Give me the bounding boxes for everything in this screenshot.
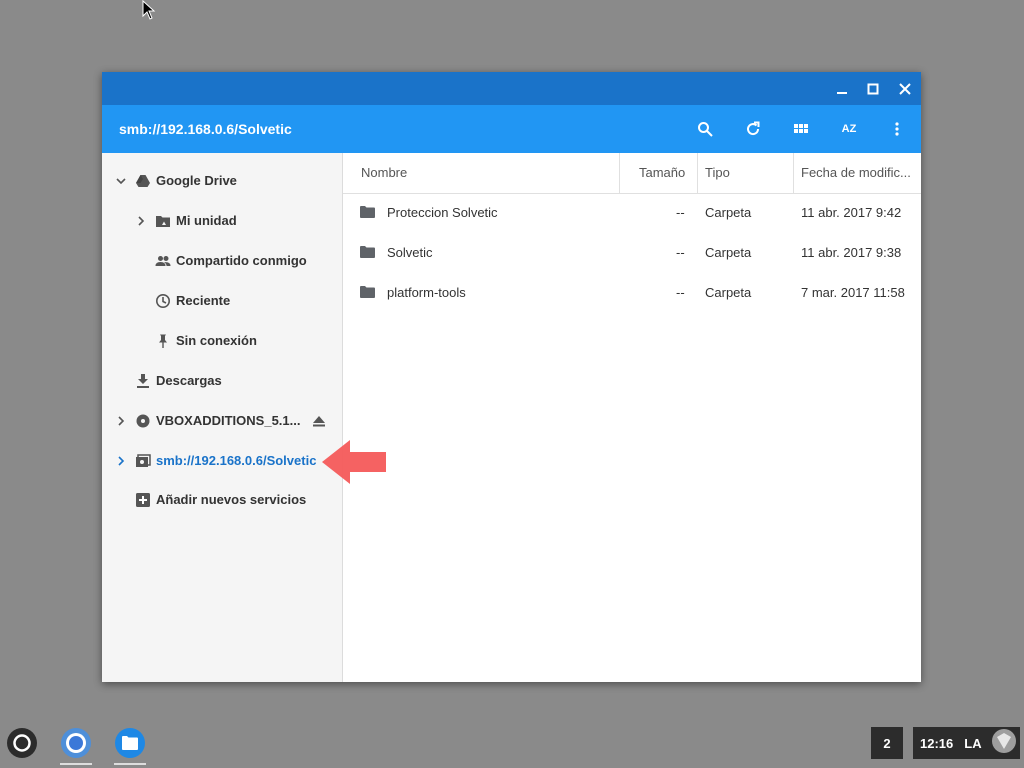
file-name: Proteccion Solvetic (387, 205, 498, 220)
table-row[interactable]: platform-tools -- Carpeta 7 mar. 2017 11… (343, 273, 921, 313)
shared-icon (155, 256, 171, 266)
sidebar-item-descargas[interactable]: Descargas (102, 361, 342, 401)
sidebar-item-label: Sin conexión (176, 333, 257, 348)
maximize-icon (867, 83, 879, 95)
column-header-size[interactable]: Tamaño (639, 153, 685, 193)
column-divider[interactable] (697, 153, 698, 193)
running-indicator (60, 763, 92, 765)
more-icon (895, 122, 899, 136)
workspace-indicator[interactable]: 2 (871, 727, 903, 759)
sidebar-item-label: VBOXADDITIONS_5.1... (156, 413, 301, 428)
launcher-button[interactable] (6, 727, 38, 759)
column-divider[interactable] (619, 153, 620, 193)
sidebar-item-compartido-conmigo[interactable]: Compartido conmigo (102, 241, 342, 281)
files-app-icon (115, 728, 145, 758)
close-button[interactable] (894, 78, 916, 100)
table-row[interactable]: Proteccion Solvetic -- Carpeta 11 abr. 2… (343, 193, 921, 233)
running-indicator (114, 763, 146, 765)
recent-icon (156, 294, 170, 308)
file-date: 7 mar. 2017 11:58 (801, 285, 905, 300)
sidebar-item-label: Añadir nuevos servicios (156, 492, 307, 507)
launcher-icon (7, 728, 37, 758)
file-date: 11 abr. 2017 9:42 (801, 205, 902, 220)
grid-view-icon (794, 124, 808, 133)
sidebar-item-sin-conexion[interactable]: Sin conexión (102, 321, 342, 361)
title-bar[interactable] (102, 72, 921, 105)
toolbar: smb://192.168.0.6/Solvetic AZ (102, 105, 921, 153)
search-button[interactable] (693, 117, 717, 141)
sidebar-item-label: Compartido conmigo (176, 253, 307, 268)
add-icon (136, 493, 150, 507)
files-app-window: smb://192.168.0.6/Solvetic AZ Google Dri… (102, 72, 921, 682)
chevron-right-icon[interactable] (116, 454, 126, 468)
more-options-button[interactable] (885, 117, 909, 141)
workspace-count: 2 (883, 735, 891, 751)
sidebar: Google Drive Mi unidad Compartido conmig… (102, 153, 343, 682)
column-header-type[interactable]: Tipo (705, 153, 730, 193)
ime-indicator: LA (964, 735, 982, 751)
chevron-down-icon[interactable] (116, 174, 126, 188)
my-drive-icon (156, 216, 170, 227)
files-shelf-item[interactable] (112, 725, 148, 765)
file-type: Carpeta (705, 205, 752, 220)
maximize-button[interactable] (862, 78, 884, 100)
grid-view-button[interactable] (789, 117, 813, 141)
sidebar-item-label: Google Drive (156, 173, 237, 188)
sidebar-item-label: Reciente (176, 293, 231, 308)
sidebar-item-label: Mi unidad (176, 213, 237, 228)
file-size: -- (676, 245, 685, 260)
annotation-arrow (322, 440, 386, 484)
disc-icon (136, 414, 150, 428)
status-tray[interactable]: 12:16 LA (913, 727, 1020, 759)
sidebar-item-label: Descargas (156, 373, 222, 388)
column-header-date[interactable]: Fecha de modific... (801, 153, 911, 193)
chevron-right-icon[interactable] (136, 214, 146, 228)
folder-icon (360, 206, 375, 218)
chrome-shelf-item[interactable] (58, 725, 94, 765)
sidebar-item-smb-solvetic[interactable]: smb://192.168.0.6/Solvetic (102, 441, 342, 481)
sidebar-item-add-services[interactable]: Añadir nuevos servicios (102, 480, 342, 520)
close-icon (899, 83, 911, 95)
sidebar-item-reciente[interactable]: Reciente (102, 281, 342, 321)
file-size: -- (676, 205, 685, 220)
sidebar-item-vboxadditions[interactable]: VBOXADDITIONS_5.1... (102, 401, 342, 441)
clock: 12:16 (920, 735, 954, 751)
chevron-right-icon[interactable] (116, 414, 126, 428)
column-header-name[interactable]: Nombre (361, 153, 407, 193)
pin-icon (159, 334, 167, 348)
sidebar-item-mi-unidad[interactable]: Mi unidad (102, 201, 342, 241)
network-share-icon (136, 454, 151, 467)
search-icon (698, 122, 713, 137)
minimize-button[interactable] (831, 78, 853, 100)
sidebar-item-google-drive[interactable]: Google Drive (102, 161, 342, 201)
refresh-icon (747, 121, 760, 136)
table-row[interactable]: Solvetic -- Carpeta 11 abr. 2017 9:38 (343, 233, 921, 273)
google-drive-icon (136, 175, 150, 187)
download-icon (137, 374, 149, 388)
chrome-icon (61, 728, 91, 758)
sort-icon: AZ (841, 123, 857, 135)
file-type: Carpeta (705, 285, 752, 300)
watermark-logo-icon (992, 729, 1016, 753)
file-name: Solvetic (387, 245, 433, 260)
mouse-cursor (142, 0, 156, 20)
minimize-icon (837, 92, 847, 94)
file-date: 11 abr. 2017 9:38 (801, 245, 902, 260)
file-list-header: Nombre Tamaño Tipo Fecha de modific... (343, 153, 921, 194)
sidebar-item-label: smb://192.168.0.6/Solvetic (156, 453, 317, 468)
folder-icon (360, 286, 375, 298)
refresh-button[interactable] (741, 117, 765, 141)
sort-button[interactable]: AZ (837, 117, 861, 141)
file-list: Nombre Tamaño Tipo Fecha de modific... P… (343, 153, 921, 682)
file-size: -- (676, 285, 685, 300)
current-path: smb://192.168.0.6/Solvetic (119, 121, 292, 137)
column-divider[interactable] (793, 153, 794, 193)
file-name: platform-tools (387, 285, 466, 300)
eject-icon[interactable] (311, 413, 327, 429)
file-type: Carpeta (705, 245, 752, 260)
folder-icon (360, 246, 375, 258)
